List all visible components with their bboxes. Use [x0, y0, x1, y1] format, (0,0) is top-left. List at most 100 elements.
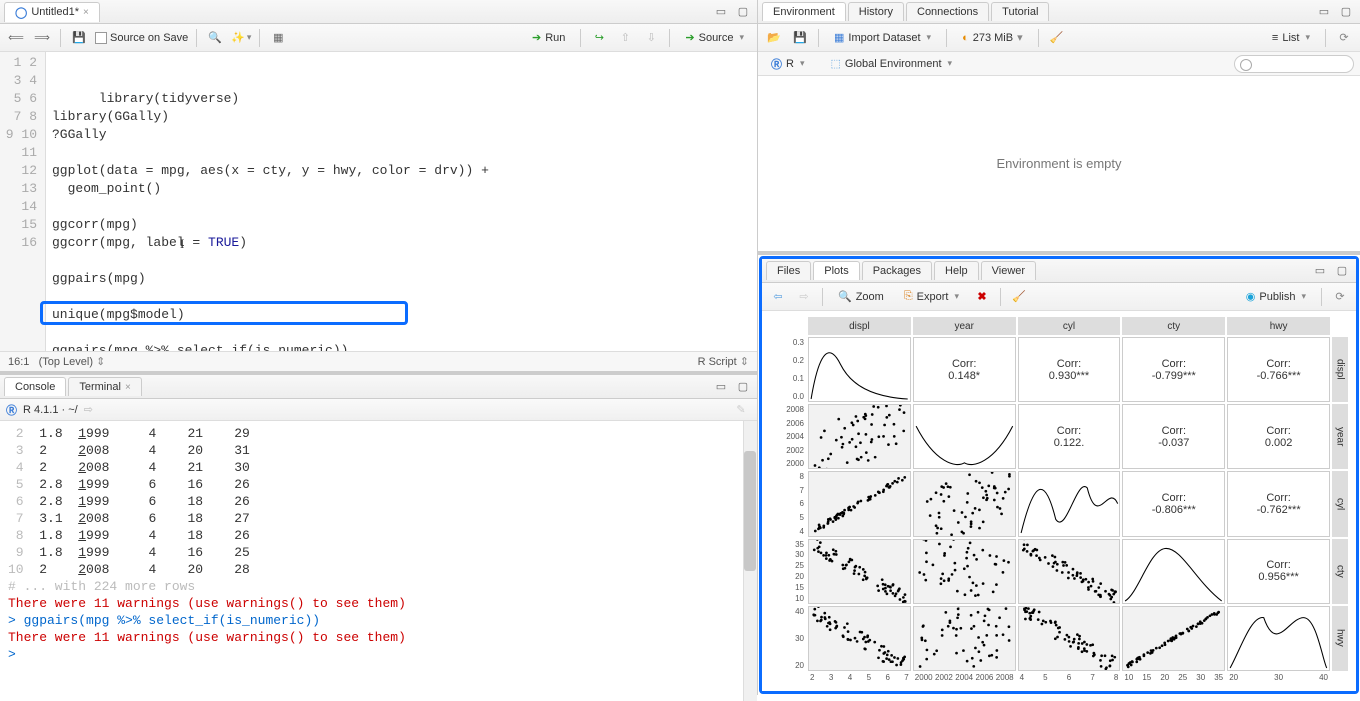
env-tab-connections[interactable]: Connections	[906, 2, 989, 21]
rerun-icon[interactable]: ↪	[589, 28, 609, 48]
plots-toolbar: ⇦ ⇨ 🔍Zoom ⎘Export ✖ 🧹 ◉Publish ⟳	[762, 283, 1356, 311]
source-tab-title: Untitled1*	[31, 6, 79, 18]
correlation-cell: Corr:-0.766***	[1227, 337, 1330, 402]
minimize-icon[interactable]: ▭	[1310, 261, 1330, 281]
wand-icon[interactable]: ✨	[231, 28, 251, 48]
col-header: hwy	[1227, 317, 1330, 335]
plots-tab-files[interactable]: Files	[766, 261, 811, 280]
scatter-plot	[1018, 539, 1121, 604]
maximize-icon[interactable]: ▢	[1332, 261, 1352, 281]
maximize-icon[interactable]: ▢	[1336, 2, 1356, 22]
find-icon[interactable]: 🔍	[205, 28, 225, 48]
publish-icon: ◉	[1246, 290, 1256, 303]
next-plot-icon[interactable]: ⇨	[794, 287, 814, 307]
save-env-icon[interactable]: 💾	[790, 28, 810, 48]
code-editor[interactable]: 1 2 3 4 5 6 7 8 9 10 11 12 13 14 15 16 l…	[0, 52, 757, 351]
plots-tab-viewer[interactable]: Viewer	[981, 261, 1036, 280]
broom-icon[interactable]: 🧹	[1047, 28, 1067, 48]
plot-canvas: displyearcylctyhwy0.30.20.10.0Corr:0.148…	[762, 311, 1356, 691]
env-search-input[interactable]	[1234, 55, 1354, 73]
density-plot	[1122, 539, 1225, 604]
refresh-icon[interactable]: ⟳	[1334, 28, 1354, 48]
row-header: year	[1332, 404, 1348, 469]
close-icon[interactable]: ×	[125, 382, 131, 393]
density-plot	[1018, 471, 1121, 536]
zoom-icon: 🔍	[838, 290, 852, 303]
correlation-cell: Corr:0.956***	[1227, 539, 1330, 604]
prev-plot-icon[interactable]: ⇦	[768, 287, 788, 307]
env-tab-tutorial[interactable]: Tutorial	[991, 2, 1049, 21]
x-ticks: 101520253035	[1122, 673, 1225, 689]
lang-selector[interactable]: R Script ⇕	[698, 355, 749, 368]
x-ticks: 234567	[808, 673, 911, 689]
forward-icon[interactable]: ⟹	[32, 28, 52, 48]
down-icon[interactable]: ⇩	[641, 28, 661, 48]
env-scope[interactable]: ⬚Global Environment	[823, 54, 959, 73]
maximize-icon[interactable]: ▢	[733, 2, 753, 22]
remove-plot-icon[interactable]: ✖	[972, 287, 992, 307]
correlation-cell: Corr:-0.806***	[1122, 471, 1225, 536]
row-header: hwy	[1332, 606, 1348, 671]
close-icon[interactable]: ×	[83, 7, 89, 18]
scatter-plot	[913, 539, 1016, 604]
r-logo-icon: Ⓡ	[6, 402, 17, 418]
scope-selector[interactable]: (Top Level) ⇕	[39, 356, 106, 368]
publish-button[interactable]: ◉Publish	[1239, 287, 1313, 306]
col-header: displ	[808, 317, 911, 335]
env-empty-message: Environment is empty	[758, 76, 1360, 251]
plots-tab-help[interactable]: Help	[934, 261, 979, 280]
clear-plots-icon[interactable]: 🧹	[1009, 287, 1029, 307]
density-plot	[1227, 606, 1330, 671]
source-statusbar: 16:1 (Top Level) ⇕ R Script ⇕	[0, 351, 757, 371]
memory-indicator[interactable]: ◐273 MiB ▾	[955, 28, 1030, 47]
x-ticks: 45678	[1018, 673, 1121, 689]
import-dataset-button[interactable]: ▦Import Dataset	[827, 28, 938, 47]
correlation-cell: Corr:0.148*	[913, 337, 1016, 402]
col-header: year	[913, 317, 1016, 335]
refresh-plot-icon[interactable]: ⟳	[1330, 287, 1350, 307]
scatter-plot	[808, 404, 911, 469]
run-button[interactable]: ➔Run	[525, 28, 572, 47]
source-on-save-checkbox[interactable]: Source on Save	[95, 32, 188, 44]
correlation-cell: Corr:-0.799***	[1122, 337, 1225, 402]
scatter-plot	[808, 471, 911, 536]
scatter-plot	[808, 539, 911, 604]
scrollbar[interactable]	[743, 421, 757, 701]
console-output[interactable]: 2 1.8 1999 4 21 29 3 2 2008 4 20 31 4 2 …	[0, 421, 757, 701]
minimize-icon[interactable]: ▭	[711, 377, 731, 397]
scatter-plot	[1122, 606, 1225, 671]
console-tabbar: Console Terminal× ▭ ▢	[0, 375, 757, 399]
save-icon[interactable]: 💾	[69, 28, 89, 48]
minimize-icon[interactable]: ▭	[711, 2, 731, 22]
source-button[interactable]: ➔Source	[678, 28, 751, 47]
terminal-tab[interactable]: Terminal×	[68, 377, 141, 396]
density-plot	[913, 404, 1016, 469]
scatter-plot	[808, 606, 911, 671]
x-ticks: 203040	[1227, 673, 1330, 689]
plots-tab-plots[interactable]: Plots	[813, 261, 859, 280]
gauge-icon: ◐	[962, 32, 969, 44]
environment-pane: EnvironmentHistoryConnectionsTutorial ▭ …	[758, 0, 1360, 255]
goto-wd-icon[interactable]: ⇨	[84, 403, 93, 416]
y-ticks: 403020	[768, 606, 806, 671]
plots-tab-packages[interactable]: Packages	[862, 261, 932, 280]
y-ticks: 0.30.20.10.0	[768, 337, 806, 402]
list-view-button[interactable]: ≡ List	[1265, 29, 1317, 47]
lang-scope[interactable]: Ⓡ R	[764, 53, 811, 75]
load-icon[interactable]: 📂	[764, 28, 784, 48]
correlation-cell: Corr:-0.037	[1122, 404, 1225, 469]
back-icon[interactable]: ⟸	[6, 28, 26, 48]
notebook-icon[interactable]: ▦	[268, 28, 288, 48]
maximize-icon[interactable]: ▢	[733, 377, 753, 397]
zoom-button[interactable]: 🔍Zoom	[831, 287, 891, 306]
up-icon[interactable]: ⇧	[615, 28, 635, 48]
export-button[interactable]: ⎘Export	[897, 287, 966, 306]
scatter-plot	[1018, 606, 1121, 671]
console-tab[interactable]: Console	[4, 377, 66, 396]
minimize-icon[interactable]: ▭	[1314, 2, 1334, 22]
correlation-cell: Corr:-0.762***	[1227, 471, 1330, 536]
env-tab-history[interactable]: History	[848, 2, 904, 21]
source-tab[interactable]: ◯ Untitled1* ×	[4, 2, 100, 22]
env-tab-environment[interactable]: Environment	[762, 2, 846, 21]
clear-console-icon[interactable]: ✎	[731, 400, 751, 420]
